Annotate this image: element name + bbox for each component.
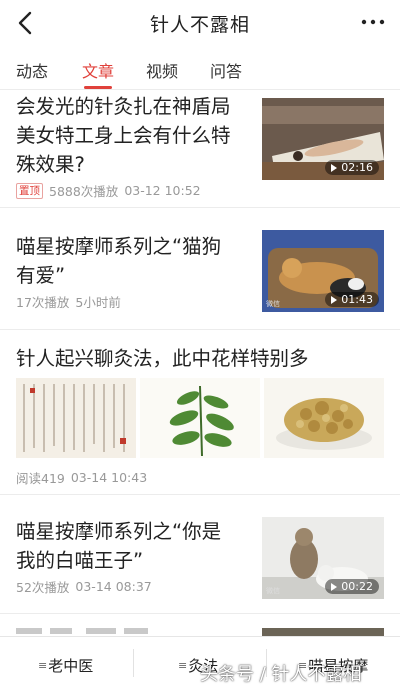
- pinned-badge: 置顶: [16, 182, 43, 199]
- back-arrow-icon[interactable]: [12, 8, 40, 38]
- article-image-moxa[interactable]: [264, 378, 384, 458]
- tab-qa[interactable]: 问答: [210, 58, 242, 82]
- active-tab-indicator: [84, 86, 112, 89]
- play-count: 5888次播放: [49, 184, 119, 199]
- article-image-herb[interactable]: [140, 378, 260, 458]
- more-options-icon[interactable]: [360, 12, 386, 32]
- play-icon: [331, 295, 338, 304]
- bottom-nav-item[interactable]: ≡ 老中医: [38, 655, 93, 676]
- video-duration: 00:22: [325, 579, 379, 594]
- article-item[interactable]: 喵星按摩师系列之“猫狗 有爱” 17次播放 5小时前 微信 01:43: [0, 208, 400, 330]
- play-icon: [331, 582, 338, 591]
- duration-text: 01:43: [341, 293, 373, 306]
- play-icon: [331, 163, 338, 172]
- tab-dynamic[interactable]: 动态: [16, 58, 48, 82]
- article-title-line: 美女特工身上会有什么特: [16, 124, 231, 147]
- next-article-peek: [0, 614, 400, 636]
- thumbnail-image: [264, 378, 384, 458]
- article-title-line: 喵星按摩师系列之“你是: [16, 520, 222, 543]
- article-item[interactable]: 喵星按摩师系列之“你是 我的白喵王子” 52次播放 03-14 08:37 微信…: [0, 495, 400, 614]
- content-tabs: 动态 文章 视频 问答: [0, 46, 400, 90]
- divider: [133, 649, 134, 677]
- video-duration: 01:43: [325, 292, 379, 307]
- article-title[interactable]: 针人起兴聊灸法，此中花样特别多: [16, 344, 309, 373]
- tab-videos[interactable]: 视频: [146, 58, 178, 82]
- read-count: 阅读419: [16, 471, 65, 486]
- article-meta: 置顶 5888次播放 03-12 10:52: [16, 181, 207, 200]
- tab-articles[interactable]: 文章: [82, 58, 114, 82]
- video-thumbnail[interactable]: 微信 01:43: [262, 230, 384, 312]
- play-count: 52次播放: [16, 580, 70, 595]
- publish-time: 03-14 08:37: [75, 579, 152, 594]
- source-watermark: 头条号 / 针人不露相: [200, 664, 362, 685]
- article-title-line: 殊效果?: [16, 153, 85, 176]
- article-item[interactable]: 会发光的针灸扎在神盾局 美女特工身上会有什么特 殊效果? 置顶 5888次播放 …: [0, 90, 400, 208]
- bottom-nav-label: 老中医: [48, 657, 94, 675]
- menu-lines-icon: ≡: [178, 659, 188, 672]
- video-thumbnail[interactable]: 微信 00:22: [262, 517, 384, 599]
- play-count: 17次播放: [16, 295, 70, 310]
- article-title[interactable]: 喵星按摩师系列之“你是 我的白喵王子”: [16, 517, 221, 575]
- video-duration: 02:16: [325, 160, 379, 175]
- article-meta: 阅读419 03-14 10:43: [16, 468, 153, 487]
- article-title-line: 我的白喵王子”: [16, 549, 144, 572]
- thumbnail-watermark: 微信: [266, 300, 280, 308]
- duration-text: 02:16: [341, 161, 373, 174]
- article-title-line: 有爱”: [16, 264, 66, 287]
- article-meta: 52次播放 03-14 08:37: [16, 577, 158, 596]
- top-bar: 针人不露相: [0, 0, 400, 46]
- thumbnail-image: [16, 378, 136, 458]
- article-title[interactable]: 喵星按摩师系列之“猫狗 有爱”: [16, 232, 221, 290]
- video-thumbnail[interactable]: 02:16: [262, 98, 384, 180]
- article-title-line: 喵星按摩师系列之“猫狗: [16, 235, 222, 258]
- article-image-text[interactable]: [16, 378, 136, 458]
- publish-time: 5小时前: [75, 295, 121, 310]
- thumbnail-image: [140, 378, 260, 458]
- duration-text: 00:22: [341, 580, 373, 593]
- publish-time: 03-14 10:43: [70, 470, 148, 485]
- publish-time: 03-12 10:52: [124, 183, 201, 198]
- article-title-line: 会发光的针灸扎在神盾局: [16, 95, 231, 118]
- article-title[interactable]: 会发光的针灸扎在神盾局 美女特工身上会有什么特 殊效果?: [16, 92, 231, 179]
- page-title: 针人不露相: [149, 13, 250, 36]
- partial-content: [16, 628, 384, 636]
- thumbnail-watermark: 微信: [266, 587, 280, 595]
- article-meta: 17次播放 5小时前: [16, 292, 127, 311]
- menu-lines-icon: ≡: [38, 659, 48, 672]
